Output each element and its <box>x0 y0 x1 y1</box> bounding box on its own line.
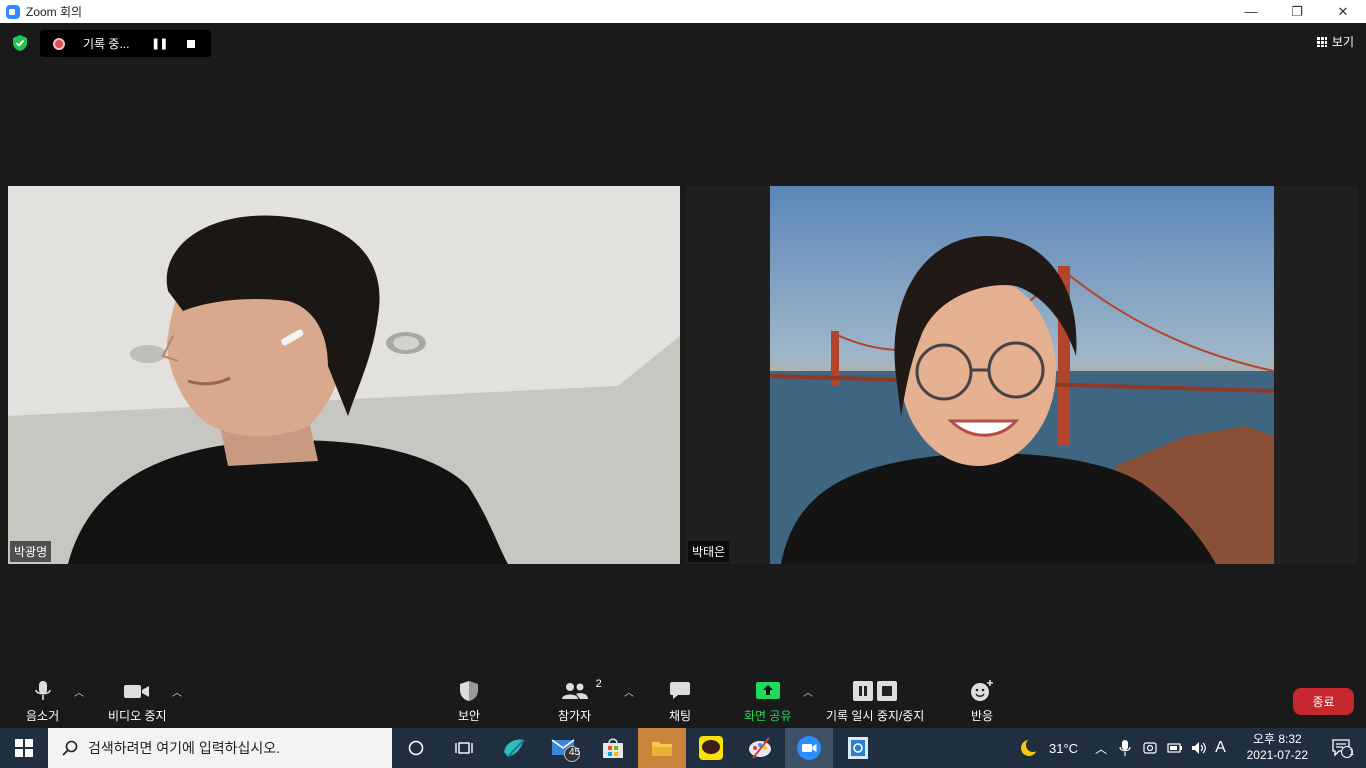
participant-video <box>769 186 1275 564</box>
participant-video <box>8 186 680 564</box>
hancom-app[interactable] <box>834 728 882 768</box>
cortana-circle-icon <box>408 740 424 756</box>
mail-app[interactable]: 45 <box>541 728 589 768</box>
search-placeholder: 검색하려면 여기에 입력하십시오. <box>88 740 280 756</box>
mail-badge: 45 <box>569 747 581 758</box>
cortana-button[interactable] <box>392 728 440 768</box>
title-bar: Zoom 회의 — ❐ ✕ <box>0 0 1366 23</box>
grid-icon <box>1316 36 1327 47</box>
kakaotalk-app[interactable] <box>687 728 735 768</box>
maximize-button[interactable]: ❐ <box>1274 0 1320 23</box>
kakaotalk-icon <box>699 736 723 760</box>
security-label: 보안 <box>458 709 481 723</box>
stop-video-label: 비디오 중지 <box>108 709 167 723</box>
pause-stop-recording-icon <box>853 681 898 701</box>
browser-app[interactable] <box>490 728 538 768</box>
encryption-shield-icon[interactable] <box>11 34 29 52</box>
participant-name: 박태은 <box>688 541 730 562</box>
audio-options-chevron-icon[interactable]: ︿ <box>74 684 84 699</box>
share-options-chevron-icon[interactable]: ︿ <box>803 684 813 699</box>
battery-icon[interactable] <box>1167 742 1183 754</box>
recording-status: 기록 중... <box>83 37 130 51</box>
zoom-app[interactable] <box>785 728 833 768</box>
zoom-icon <box>6 4 20 19</box>
close-button[interactable]: ✕ <box>1320 0 1366 23</box>
participants-options-chevron-icon[interactable]: ︿ <box>624 684 634 699</box>
record-control-label: 기록 일시 중지/중지 <box>826 709 925 723</box>
minimize-button[interactable]: — <box>1228 0 1274 23</box>
mute-button[interactable]: 음소거 <box>26 680 59 724</box>
window-title: Zoom 회의 <box>26 5 83 19</box>
task-view-button[interactable] <box>440 728 488 768</box>
windows-logo-icon <box>15 739 33 757</box>
meeting-toolbar: 음소거 ︿ 비디오 중지 ︿ 보안 2 참가자 ︿ 채팅 화면 공유 ︿ 기록 … <box>0 672 1366 728</box>
share-screen-icon <box>755 682 780 699</box>
chat-button[interactable]: 채팅 <box>669 680 691 724</box>
file-explorer-app[interactable] <box>638 728 686 768</box>
microphone-icon <box>34 681 51 700</box>
hangul-document-icon <box>848 737 868 759</box>
hidden-icons-chevron-icon[interactable]: ︿ <box>1095 740 1107 757</box>
search-icon <box>62 740 78 756</box>
system-tray: 31°C ︿ A <box>1018 728 1226 768</box>
participants-icon <box>561 683 588 699</box>
chat-label: 채팅 <box>669 709 692 723</box>
paint-app[interactable] <box>736 728 784 768</box>
microphone-tray-icon[interactable] <box>1119 739 1131 757</box>
recording-icon <box>53 37 65 50</box>
reactions-label: 반응 <box>970 709 994 723</box>
record-control-button[interactable]: 기록 일시 중지/중지 <box>826 680 924 724</box>
chat-bubble-icon <box>670 682 691 699</box>
pause-recording-icon[interactable]: ❚❚ <box>151 37 168 50</box>
start-button[interactable] <box>0 728 48 768</box>
notification-count: 1 <box>1349 747 1355 757</box>
participants-button[interactable]: 2 참가자 <box>558 678 602 724</box>
mute-label: 음소거 <box>26 709 60 723</box>
share-screen-label: 화면 공유 <box>744 709 792 723</box>
microsoft-store-icon <box>603 738 623 758</box>
participants-count: 2 <box>595 678 602 690</box>
store-app[interactable] <box>589 728 637 768</box>
palette-icon <box>749 737 771 759</box>
stop-video-button[interactable]: 비디오 중지 <box>108 680 167 724</box>
taskbar-search-box[interactable]: 검색하려면 여기에 입력하십시오. <box>48 728 392 768</box>
zoom-camera-icon <box>797 736 821 760</box>
whale-browser-icon <box>504 739 525 758</box>
task-view-icon <box>455 742 473 754</box>
action-center-button[interactable]: 1 <box>1318 728 1366 768</box>
view-button[interactable]: 보기 <box>1316 33 1354 50</box>
weather-moon-icon[interactable] <box>1018 737 1040 759</box>
camera-tray-icon[interactable] <box>1143 740 1157 756</box>
add-reaction-icon <box>971 680 993 701</box>
stop-recording-icon[interactable] <box>187 39 196 48</box>
view-label: 보기 <box>1331 35 1354 49</box>
clock-date: 2021-07-22 <box>1246 748 1308 762</box>
video-options-chevron-icon[interactable]: ︿ <box>172 684 182 699</box>
security-button[interactable]: 보안 <box>458 680 480 724</box>
video-tile-right[interactable]: 박태은 <box>686 186 1358 564</box>
end-meeting-button[interactable]: 종료 <box>1293 688 1354 715</box>
recording-bar: 기록 중... ❚❚ <box>40 30 211 57</box>
weather-temperature[interactable]: 31°C <box>1049 741 1078 756</box>
security-shield-icon <box>460 681 479 701</box>
video-camera-icon <box>124 685 150 698</box>
taskbar-clock[interactable]: 오후 8:32 2021-07-22 <box>1247 731 1308 763</box>
input-method-indicator[interactable]: A <box>1215 739 1226 757</box>
volume-icon[interactable] <box>1191 740 1207 756</box>
share-screen-button[interactable]: 화면 공유 <box>744 680 792 724</box>
participant-name: 박광명 <box>10 541 52 562</box>
reactions-button[interactable]: 반응 <box>970 680 994 724</box>
folder-icon <box>652 742 672 756</box>
clock-time: 오후 8:32 <box>1252 732 1302 746</box>
video-tile-left[interactable]: 박광명 <box>8 186 680 564</box>
participants-label: 참가자 <box>558 709 592 723</box>
